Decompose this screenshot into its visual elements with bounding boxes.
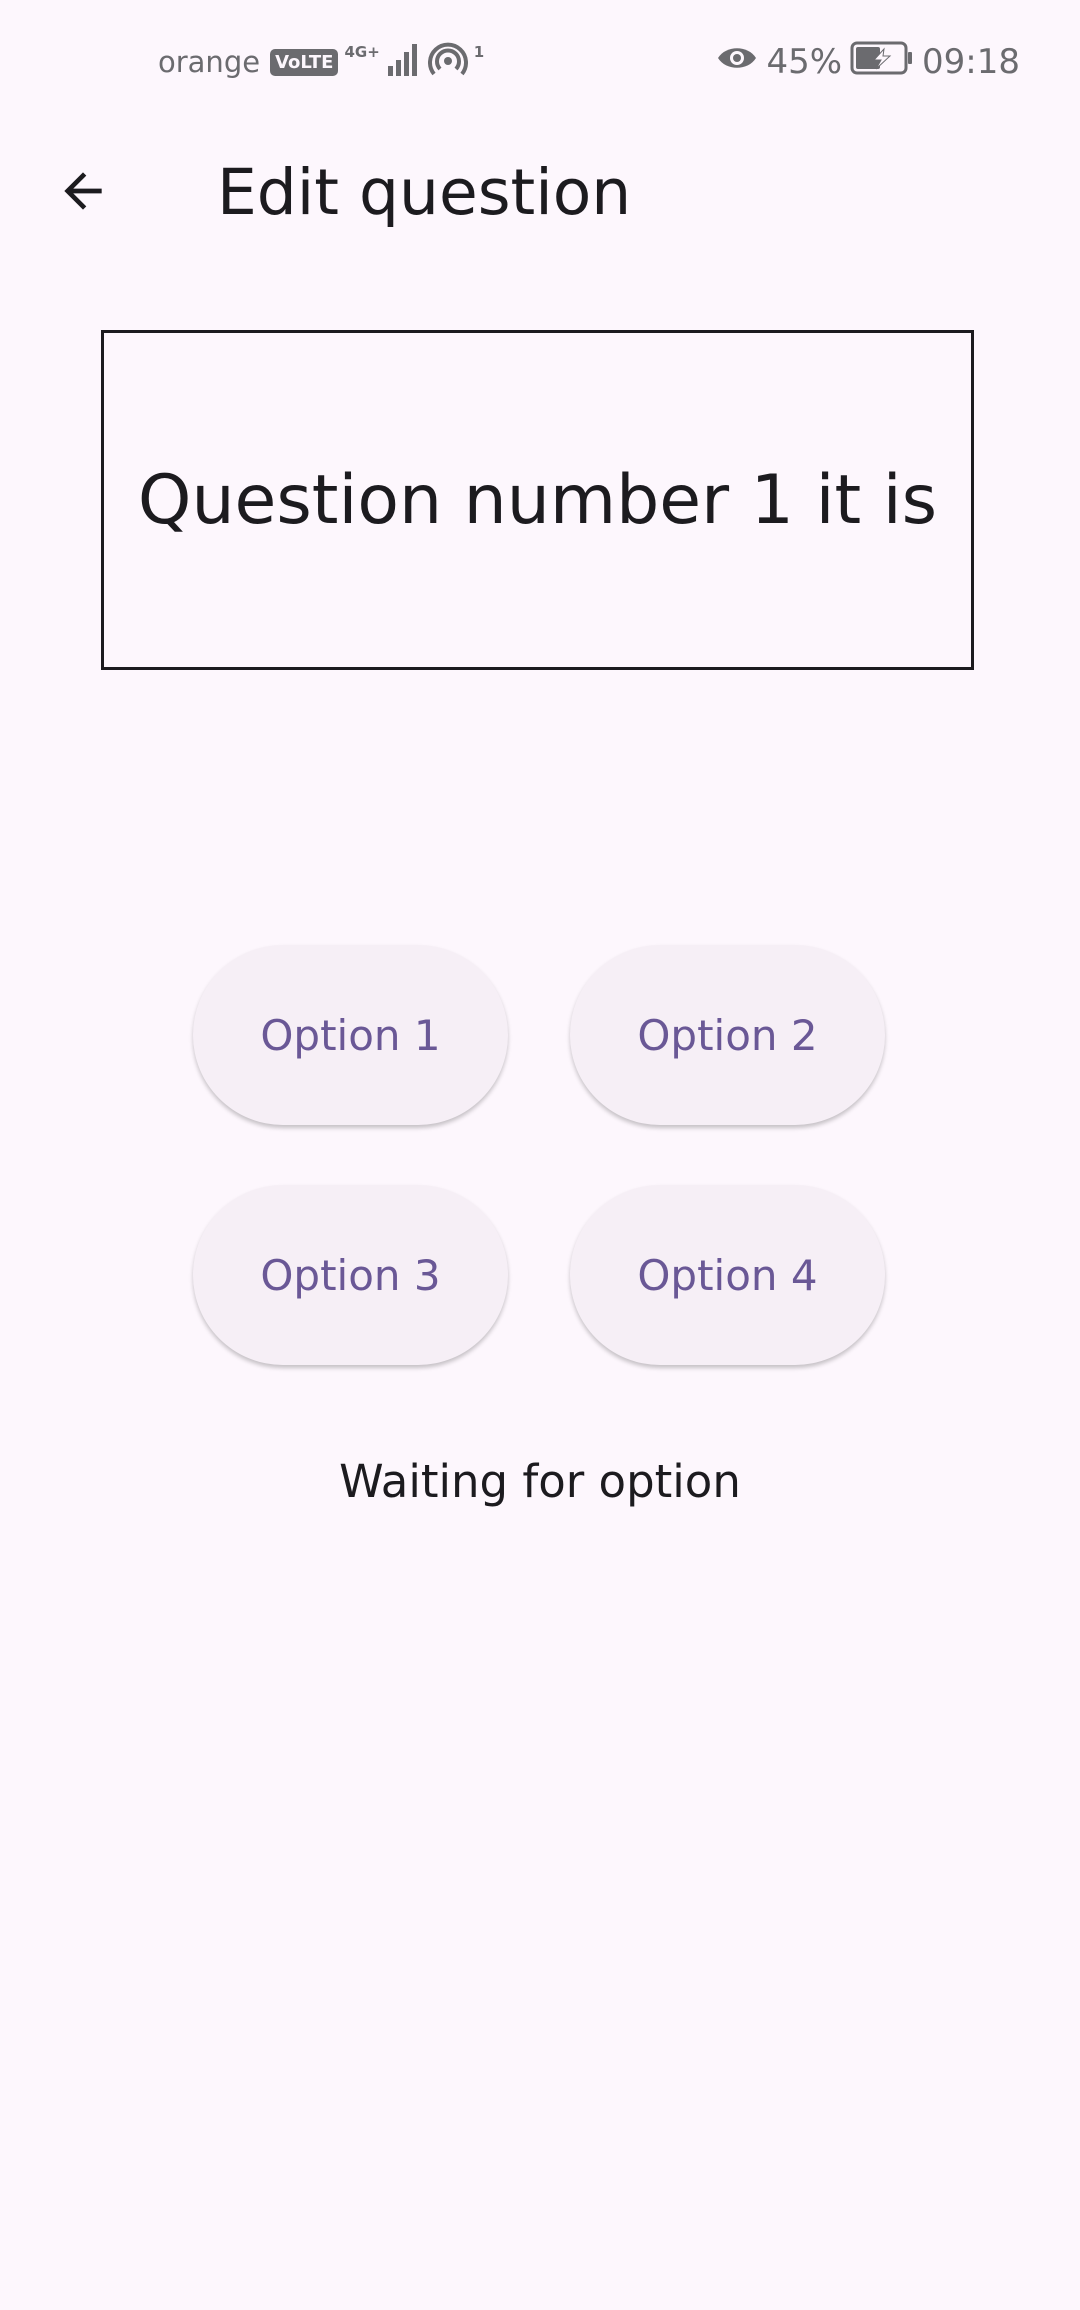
- question-text: Question number 1 it is: [137, 460, 938, 540]
- option-label: Option 2: [637, 1010, 818, 1060]
- carrier-name: orange: [158, 45, 261, 79]
- hotspot-count: 1: [473, 43, 485, 61]
- option-label: Option 1: [260, 1010, 441, 1060]
- status-bar-right: 45% 09:18: [716, 40, 1020, 84]
- signal-icon: [386, 42, 422, 83]
- volte-badge: VoLTE: [270, 48, 339, 76]
- page-title: Edit question: [217, 156, 632, 229]
- arrow-back-icon: [55, 163, 111, 223]
- option-4-button[interactable]: Option 4: [570, 1185, 885, 1365]
- option-label: Option 4: [637, 1250, 818, 1300]
- hotspot-icon: [427, 41, 468, 84]
- status-bar-left: orange VoLTE 4G+ 1: [158, 40, 484, 84]
- network-type: 4G+: [344, 43, 380, 61]
- status-message: Waiting for option: [339, 1455, 741, 1508]
- back-button[interactable]: [40, 150, 126, 236]
- battery-icon: [850, 41, 914, 84]
- option-1-button[interactable]: Option 1: [193, 945, 508, 1125]
- option-2-button[interactable]: Option 2: [570, 945, 885, 1125]
- clock: 09:18: [922, 42, 1020, 82]
- option-label: Option 3: [260, 1250, 441, 1300]
- option-3-button[interactable]: Option 3: [193, 1185, 508, 1365]
- eye-icon: [716, 42, 758, 82]
- battery-percent: 45%: [766, 42, 843, 82]
- question-box[interactable]: Question number 1 it is: [101, 330, 974, 670]
- status-bar: orange VoLTE 4G+ 1 45% 09:18: [0, 0, 1080, 120]
- app-bar: Edit question: [0, 120, 1080, 250]
